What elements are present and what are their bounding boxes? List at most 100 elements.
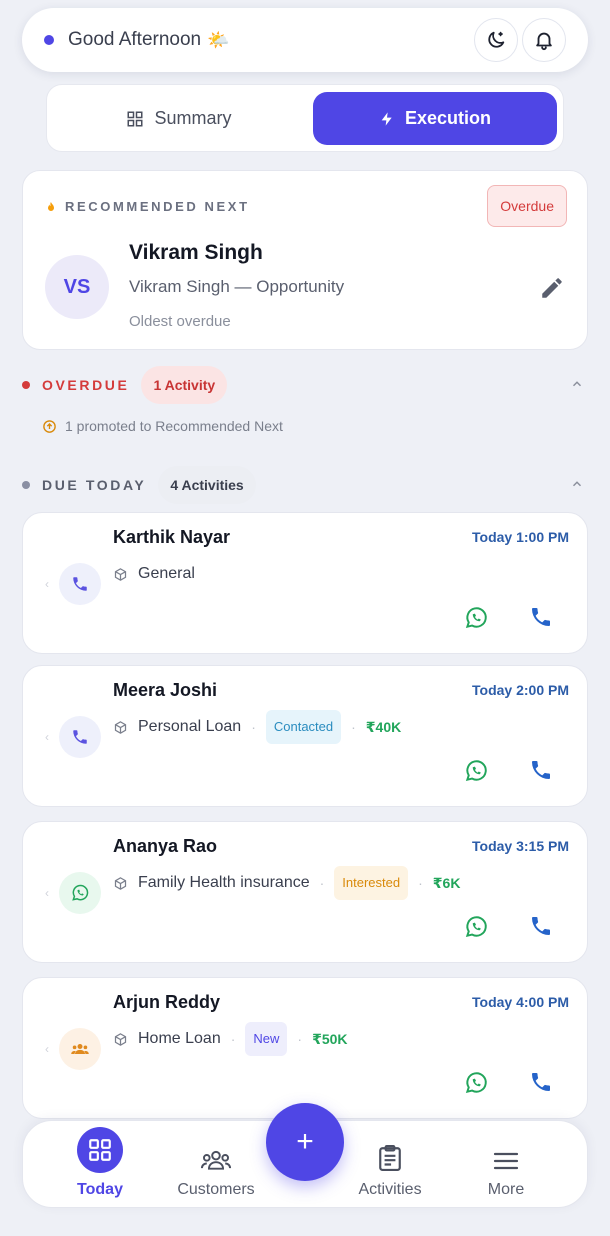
status-badge: Interested [334, 866, 409, 900]
greeting-text: Good Afternoon [68, 29, 202, 50]
phone-icon [532, 917, 550, 935]
plus-icon: + [296, 1125, 314, 1158]
activity-time: Today 1:00 PM [472, 529, 569, 545]
due-today-title: DUE TODAY [42, 477, 147, 493]
separator-dot: · [418, 875, 423, 891]
due-today-count-pill: 4 Activities [158, 466, 256, 504]
call-button[interactable] [529, 1070, 553, 1099]
activity-details: General [113, 557, 195, 591]
cube-icon [114, 1032, 127, 1046]
bell-icon [536, 32, 552, 51]
activity-amount: ₹40K [365, 718, 402, 735]
dashboard-icon [77, 1127, 123, 1173]
separator-dot: · [297, 1031, 303, 1047]
phone-icon [59, 716, 101, 758]
notifications-button[interactable] [522, 18, 566, 62]
nav-activities[interactable]: Activities [343, 1121, 437, 1209]
arrow-up-circle-icon [43, 419, 56, 433]
overdue-status-badge: Overdue [487, 185, 567, 227]
recommended-label: RECOMMENDED NEXT [65, 199, 250, 214]
add-button[interactable]: + [266, 1103, 344, 1181]
activity-name: Meera Joshi [113, 680, 218, 700]
whatsapp-button[interactable] [463, 758, 489, 789]
activity-time: Today 2:00 PM [472, 682, 569, 698]
whatsapp-icon [465, 1072, 487, 1093]
activity-product: Home Loan [138, 1030, 221, 1047]
nav-customers[interactable]: Customers [169, 1121, 263, 1209]
lightning-icon [381, 111, 392, 126]
theme-toggle-button[interactable] [474, 18, 518, 62]
nav-today[interactable]: Today [53, 1121, 147, 1209]
whatsapp-icon [465, 607, 487, 628]
chevron-up-icon[interactable] [570, 477, 584, 491]
separator-dot: · [251, 719, 256, 735]
status-dot [44, 35, 54, 45]
recommended-name: Vikram Singh [129, 241, 263, 264]
recommended-next-card[interactable]: RECOMMENDED NEXT Overdue VS Vikram Singh… [22, 170, 588, 350]
nav-activities-label: Activities [358, 1181, 422, 1198]
nav-more-label: More [487, 1181, 525, 1198]
activity-card[interactable]: ‹ Meera Joshi Today 2:00 PM Personal Loa… [22, 665, 588, 807]
promoted-text: 1 promoted to Recommended Next [65, 418, 283, 434]
edit-button[interactable] [539, 275, 565, 306]
cube-icon [114, 876, 127, 890]
chevron-left-icon: ‹ [45, 730, 49, 744]
overdue-section-header[interactable]: OVERDUE 1 Activity [22, 365, 588, 405]
moon-icon [488, 31, 505, 48]
call-button[interactable] [529, 605, 553, 634]
phone-icon [532, 1073, 550, 1091]
activity-amount: ₹50K [312, 1030, 348, 1047]
cube-icon [114, 720, 127, 734]
menu-icon [492, 1139, 520, 1173]
tab-summary-label: Summary [154, 108, 232, 128]
tab-summary[interactable]: Summary [55, 92, 303, 145]
grid-icon [127, 111, 143, 126]
separator-dot: · [319, 875, 325, 891]
clipboard-icon [377, 1139, 403, 1173]
chevron-left-icon: ‹ [45, 1042, 49, 1056]
phone-icon [59, 563, 101, 605]
activity-name: Arjun Reddy [113, 992, 221, 1012]
activity-product: General [138, 565, 195, 582]
phone-icon [532, 608, 550, 626]
cube-icon [114, 567, 127, 581]
group-icon [199, 1139, 233, 1173]
chevron-left-icon: ‹ [45, 577, 49, 591]
phone-icon [532, 761, 550, 779]
promoted-note: 1 promoted to Recommended Next [42, 418, 283, 434]
activity-card[interactable]: ‹ Ananya Rao Today 3:15 PM Family Health… [22, 821, 588, 963]
whatsapp-icon [465, 760, 487, 781]
activity-card[interactable]: ‹ Arjun Reddy Today 4:00 PM Home Loan · … [22, 977, 588, 1119]
activity-product: Family Health insurance [138, 874, 310, 891]
whatsapp-button[interactable] [463, 914, 489, 945]
nav-customers-label: Customers [177, 1181, 255, 1198]
due-today-section-header[interactable]: DUE TODAY 4 Activities [22, 465, 588, 505]
nav-today-label: Today [77, 1181, 123, 1198]
activity-details: Home Loan · New · ₹50K [113, 1022, 348, 1056]
chevron-up-icon[interactable] [570, 377, 584, 391]
tab-execution[interactable]: Execution [313, 92, 557, 145]
nav-more[interactable]: More [459, 1121, 553, 1209]
recommended-header: RECOMMENDED NEXT [45, 199, 250, 214]
activity-time: Today 4:00 PM [472, 994, 569, 1010]
call-button[interactable] [529, 758, 553, 787]
overdue-count-pill: 1 Activity [141, 366, 228, 404]
activity-name: Karthik Nayar [113, 527, 231, 547]
activity-time: Today 3:15 PM [472, 838, 569, 854]
activity-details: Personal Loan · Contacted · ₹40K [113, 710, 401, 744]
whatsapp-button[interactable] [463, 1070, 489, 1101]
call-button[interactable] [529, 914, 553, 943]
avatar: VS [45, 255, 109, 319]
view-switcher: Summary Execution [46, 84, 564, 152]
separator-dot: · [230, 1031, 236, 1047]
recommended-subtitle: Vikram Singh — Opportunity [129, 277, 345, 296]
whatsapp-button[interactable] [463, 605, 489, 636]
flame-icon [48, 201, 54, 211]
overdue-title: OVERDUE [42, 377, 130, 393]
due-today-dot [22, 481, 30, 489]
activity-name: Ananya Rao [113, 836, 218, 856]
app-header: Good Afternoon 🌤️ [22, 8, 588, 72]
whatsapp-icon [465, 916, 487, 937]
meeting-icon [59, 1028, 101, 1070]
activity-card[interactable]: ‹ Karthik Nayar Today 1:00 PM General [22, 512, 588, 654]
